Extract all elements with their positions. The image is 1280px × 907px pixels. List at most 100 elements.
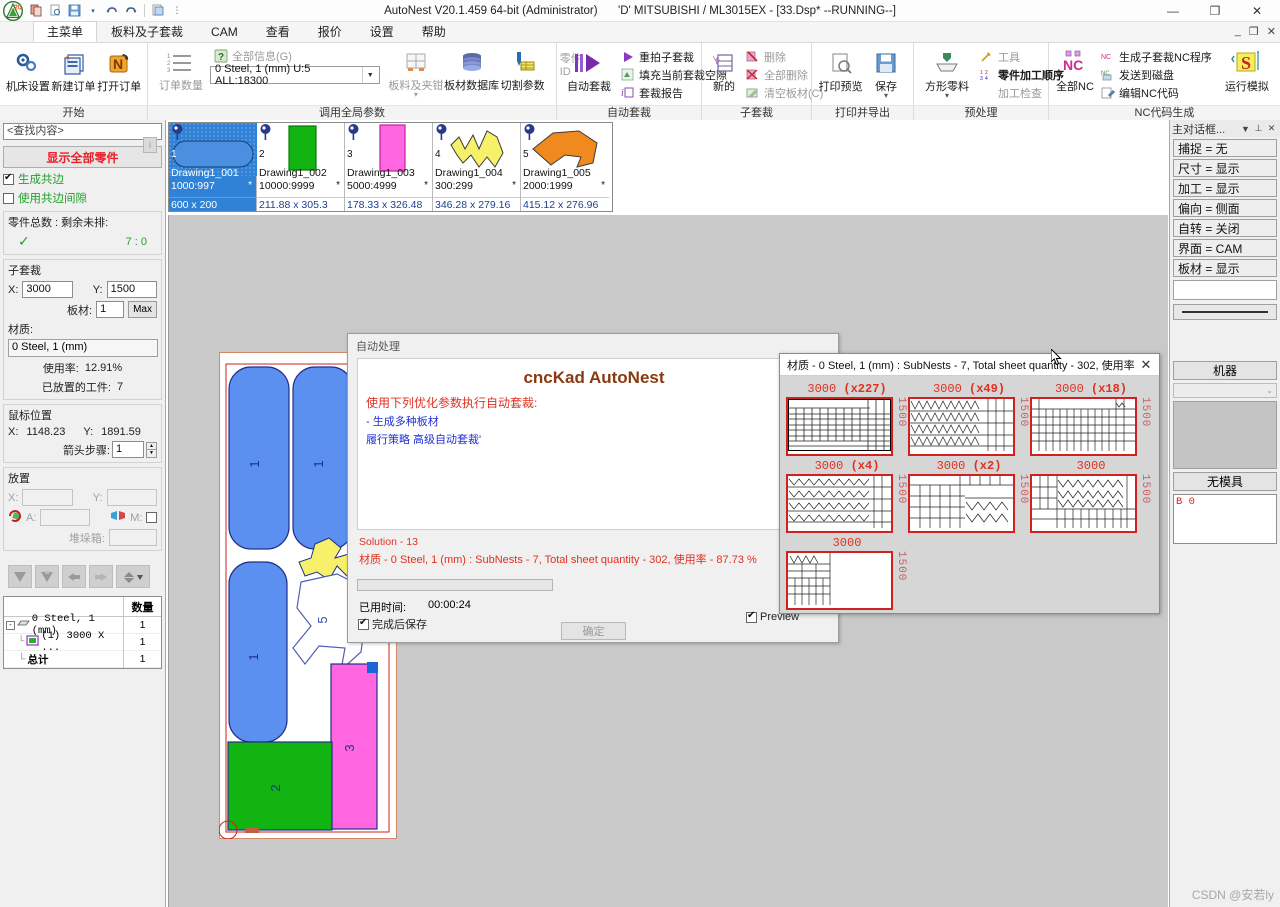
nest-preview-item-7[interactable]: 3000 1500 <box>786 536 908 610</box>
pin-icon[interactable] <box>347 124 360 144</box>
tree-expander[interactable]: - <box>6 620 15 630</box>
save-icon[interactable] <box>66 3 82 19</box>
nest-preview-item-1[interactable]: 3000 (x227) 1500 <box>786 382 908 456</box>
customize-icon[interactable] <box>150 3 166 19</box>
part-thumbnail-5[interactable]: 5 Drawing1_005 2000:1999 * 415.12 x 276.… <box>521 123 609 211</box>
machine-settings-button[interactable]: 机床设置 <box>6 47 50 95</box>
maximize-button[interactable]: ❐ <box>1194 0 1236 22</box>
new-subnest-button[interactable]: 新的 <box>708 47 740 95</box>
info-button[interactable]: i <box>143 137 157 153</box>
open-order-button[interactable]: N 打开订单 <box>97 47 141 95</box>
chevron-down-icon[interactable]: ▼ <box>362 67 377 83</box>
close-icon[interactable]: ✕ <box>1137 357 1155 373</box>
sort-icon[interactable] <box>116 565 150 588</box>
tab-settings[interactable]: 设置 <box>356 21 408 42</box>
setting-autorotate[interactable]: 自转 = 关闭 <box>1173 219 1277 237</box>
redo-icon[interactable] <box>123 3 139 19</box>
undo-icon[interactable] <box>104 3 120 19</box>
table-row[interactable]: └ (1) 3000 X ... 1 <box>4 630 161 654</box>
common-edge-checkbox-row[interactable]: 生成共边 <box>3 171 162 187</box>
right-panel-input[interactable] <box>1173 280 1277 300</box>
nc-all-button[interactable]: NC 全部NC <box>1055 47 1095 95</box>
preview-checkbox[interactable] <box>746 610 757 623</box>
qat-more-icon[interactable]: ⋮ <box>169 3 185 19</box>
setting-interface[interactable]: 界面 = CAM <box>1173 239 1277 257</box>
search-input[interactable]: <查找内容> <box>3 123 162 140</box>
mdi-restore-button[interactable]: ❐ <box>1249 25 1259 38</box>
print-preview-button[interactable]: 打印预览 <box>818 47 863 95</box>
part-thumbnail-1[interactable]: 1 Drawing1_001 1000:997 * 600 x 200 <box>169 123 257 211</box>
minimize-button[interactable]: — <box>1152 0 1194 22</box>
remnant-caret-icon[interactable]: ▾ <box>945 92 949 100</box>
nest-preview-item-5[interactable]: 3000 (x2) 1500 <box>908 459 1030 533</box>
tab-main-menu[interactable]: 主菜单 <box>33 21 98 42</box>
setting-offset[interactable]: 偏向 = 侧面 <box>1173 199 1277 217</box>
simulate-button[interactable]: S 运行模拟 <box>1217 47 1271 95</box>
new-order-button[interactable]: 新建订单 <box>52 47 96 95</box>
place-x-input[interactable] <box>22 489 73 506</box>
mdi-close-button[interactable]: ✕ <box>1267 25 1276 38</box>
common-edge-checkbox[interactable] <box>3 172 14 185</box>
nc-generate-button[interactable]: NC 生成子套裁NC程序 <box>1097 48 1215 65</box>
setting-snap[interactable]: 捕捉 = 无 <box>1173 139 1277 157</box>
sheet-database-button[interactable]: 板材数据库 <box>444 46 500 100</box>
tab-help[interactable]: 帮助 <box>408 21 460 42</box>
save-after-finish-checkbox[interactable] <box>358 617 369 630</box>
nc-edit-button[interactable]: 编辑NC代码 <box>1097 84 1215 101</box>
material-tree[interactable]: 数量 - 0 Steel, 1 (mm) 1 └ (1) 3000 X ... … <box>3 596 162 669</box>
nest-down-icon[interactable] <box>8 565 32 588</box>
mirror-checkbox[interactable] <box>146 512 157 523</box>
cut-params-button[interactable]: 切割参数 <box>500 46 546 100</box>
max-button[interactable]: Max <box>128 301 157 318</box>
machine-dropdown[interactable]: ⌄ <box>1173 383 1277 398</box>
order-quantity-button[interactable]: 123 订单数量 <box>154 46 208 94</box>
auto-process-dialog[interactable]: 自动处理 cncKad AutoNest 使用下列优化参数执行自动套裁: - 生… <box>347 333 839 643</box>
common-gap-checkbox[interactable] <box>3 192 14 204</box>
setting-machining[interactable]: 加工 = 显示 <box>1173 179 1277 197</box>
pin-icon[interactable] <box>259 124 272 144</box>
quick-access-dropdown-icon[interactable]: ▾ <box>85 3 101 19</box>
close-button[interactable]: ✕ <box>1236 0 1278 22</box>
tab-quote[interactable]: 报价 <box>304 21 356 42</box>
nest-preview-item-6[interactable]: 3000 1500 <box>1030 459 1152 533</box>
setting-sheet[interactable]: 板材 = 显示 <box>1173 259 1277 277</box>
material-select[interactable]: 0 Steel, 1 (mm) U:5 ALL:18300 ▼ <box>210 63 380 87</box>
sheet-clamp-caret-icon[interactable]: ▾ <box>414 91 418 99</box>
tab-cam[interactable]: CAM <box>197 21 252 42</box>
part-thumbnail-3[interactable]: 3 Drawing1_003 5000:4999 * 178.33 x 326.… <box>345 123 433 211</box>
subnest-x-input[interactable]: 3000 <box>22 281 73 298</box>
tool-list[interactable]: B 0 <box>1173 494 1277 544</box>
subnest-y-input[interactable]: 1500 <box>106 281 157 298</box>
save-after-finish-checkbox-row[interactable]: 完成后保存 <box>358 616 427 632</box>
print-preview-icon[interactable] <box>47 3 63 19</box>
sheet-clamp-button[interactable]: 板料及夹钳 ▾ <box>388 46 444 100</box>
right-panel-header[interactable]: 主对话框... ▼ ⊥ ✕ <box>1170 120 1280 137</box>
common-gap-checkbox-row[interactable]: 使用共边间隙 <box>3 190 162 206</box>
sheet-count-input[interactable]: 1 <box>96 301 125 318</box>
nest-preview-item-4[interactable]: 3000 (x4) 1500 <box>786 459 908 533</box>
mdi-window-controls[interactable]: _ ❐ ✕ <box>1235 25 1276 38</box>
line-style-selector[interactable] <box>1173 304 1277 320</box>
quick-access-toolbar[interactable]: ▾ ⋮ <box>26 3 185 19</box>
close-icon[interactable]: ✕ <box>1265 123 1278 134</box>
all-info-button[interactable]: ? 全部信息(G) <box>210 48 380 64</box>
pin-icon[interactable]: ⊥ <box>1252 123 1265 134</box>
nest-down-alt-icon[interactable] <box>35 565 59 588</box>
setting-dimension[interactable]: 尺寸 = 显示 <box>1173 159 1277 177</box>
nest-preview-item-3[interactable]: 3000 (x18) 1500 <box>1030 382 1152 456</box>
tab-view[interactable]: 查看 <box>252 21 304 42</box>
parts-strip[interactable]: 1 Drawing1_001 1000:997 * 600 x 200 2 Dr… <box>168 122 613 212</box>
nest-preview-popup[interactable]: 材质 - 0 Steel, 1 (mm) : SubNests - 7, Tot… <box>779 353 1160 614</box>
pin-icon[interactable] <box>435 124 448 144</box>
pin-icon[interactable] <box>523 124 536 144</box>
move-right-icon[interactable] <box>89 565 113 588</box>
mdi-minimize-button[interactable]: _ <box>1235 25 1241 38</box>
ok-button[interactable]: 确定 <box>561 622 626 640</box>
place-y-input[interactable] <box>106 489 157 506</box>
save-caret-icon[interactable]: ▾ <box>884 92 888 100</box>
part-thumbnail-4[interactable]: 4 Drawing1_004 300:299 * 346.28 x 279.16 <box>433 123 521 211</box>
ribbon-tabbar[interactable]: 主菜单 板料及子套裁 CAM 查看 报价 设置 帮助 _ ❐ ✕ <box>0 21 1280 43</box>
arrow-step-spinner[interactable]: ▲ ▼ <box>146 441 157 458</box>
arrow-step-input[interactable]: 1 <box>112 441 144 458</box>
stack-input[interactable] <box>109 529 157 546</box>
